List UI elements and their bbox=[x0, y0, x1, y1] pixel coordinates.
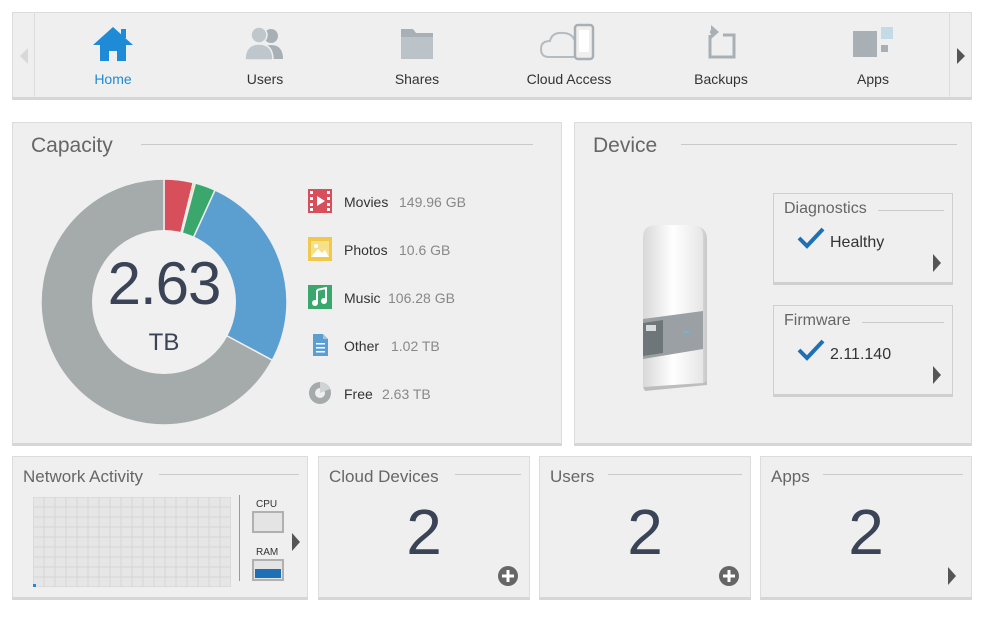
folder-icon bbox=[401, 29, 433, 59]
legend-item-photos: Photos 10.6 GB bbox=[308, 237, 548, 263]
add-cloud-device-button[interactable] bbox=[497, 565, 519, 587]
cloud-devices-title: Cloud Devices bbox=[329, 467, 439, 486]
cloud-device-icon bbox=[539, 23, 595, 61]
users-panel: Users 2 bbox=[539, 456, 751, 600]
users-icon bbox=[244, 26, 283, 61]
apps-panel: Apps 2 bbox=[760, 456, 972, 600]
network-title: Network Activity bbox=[23, 467, 143, 486]
nav-label-users: Users bbox=[246, 71, 284, 87]
users-title: Users bbox=[550, 467, 595, 486]
firmware-title: Firmware bbox=[784, 312, 851, 329]
capacity-title: Capacity bbox=[31, 134, 113, 157]
nav-label-home: Home bbox=[94, 71, 132, 87]
chevron-right-icon[interactable] bbox=[947, 567, 957, 585]
legend-name-music: Music bbox=[344, 290, 381, 306]
capacity-total-value: 2.63 bbox=[107, 250, 222, 317]
nav-label-cloud-access: Cloud Access bbox=[526, 71, 612, 87]
device-title-rule bbox=[681, 144, 957, 145]
nav-item-cloud-access[interactable]: Cloud Access bbox=[493, 13, 645, 98]
device-panel: Device Diagnostics Healthy Firmware 2.11… bbox=[574, 122, 972, 446]
firmware-rule bbox=[862, 322, 944, 323]
legend-name-other: Other bbox=[344, 338, 380, 354]
nav-item-apps[interactable]: Apps bbox=[797, 13, 949, 98]
network-activity-panel: Network Activity CPU RAM bbox=[12, 456, 308, 600]
chevron-right-icon[interactable] bbox=[932, 254, 942, 272]
diagnostics-value: Healthy bbox=[830, 234, 885, 251]
nav-item-shares[interactable]: Shares bbox=[341, 13, 493, 98]
nav-scroll-left-button[interactable] bbox=[13, 13, 35, 98]
apps-title: Apps bbox=[771, 467, 810, 486]
document-icon bbox=[313, 334, 328, 356]
legend-name-free: Free bbox=[344, 386, 373, 402]
legend-value-other: 1.02 TB bbox=[391, 338, 440, 354]
chevron-right-icon[interactable] bbox=[932, 366, 942, 384]
capacity-panel: Capacity 2.63 TB Movies 149.96 GB Photos… bbox=[12, 122, 562, 446]
network-activity-graph bbox=[33, 497, 231, 587]
diagnostics-rule bbox=[878, 210, 944, 211]
device-title: Device bbox=[593, 134, 658, 157]
nav-label-backups: Backups bbox=[694, 71, 748, 87]
chevron-left-icon bbox=[20, 48, 28, 64]
ram-label: RAM bbox=[256, 547, 279, 558]
legend-name-photos: Photos bbox=[344, 242, 388, 258]
cloud-devices-count: 2 bbox=[406, 496, 442, 568]
photo-icon bbox=[308, 237, 332, 261]
home-icon bbox=[93, 27, 133, 61]
nav-label-shares: Shares bbox=[394, 71, 440, 87]
checkmark-icon bbox=[797, 227, 825, 249]
film-icon bbox=[308, 189, 332, 213]
chevron-right-icon bbox=[957, 48, 965, 64]
legend-value-movies: 149.96 GB bbox=[399, 194, 466, 210]
cpu-meter bbox=[252, 511, 284, 533]
legend-item-movies: Movies 149.96 GB bbox=[308, 189, 548, 215]
nas-device-image bbox=[643, 225, 707, 391]
checkmark-icon bbox=[797, 339, 825, 361]
music-icon bbox=[308, 285, 332, 309]
backup-icon bbox=[708, 25, 736, 59]
legend-item-other: Other 1.02 TB bbox=[308, 333, 548, 359]
cpu-label: CPU bbox=[256, 499, 278, 510]
legend-value-music: 106.28 GB bbox=[388, 290, 455, 306]
nav-scroll-right-button[interactable] bbox=[949, 13, 971, 98]
add-user-button[interactable] bbox=[718, 565, 740, 587]
apps-count: 2 bbox=[848, 496, 884, 568]
pie-icon bbox=[309, 382, 331, 404]
nav-label-apps: Apps bbox=[857, 71, 889, 87]
top-navigation: Home Users Shares Cloud Access Backups A… bbox=[12, 12, 972, 100]
diagnostics-title: Diagnostics bbox=[784, 200, 867, 217]
nav-item-home[interactable]: Home bbox=[37, 13, 189, 98]
chevron-right-icon[interactable] bbox=[291, 533, 301, 551]
firmware-value: 2.11.140 bbox=[830, 346, 892, 363]
legend-value-free: 2.63 TB bbox=[382, 386, 431, 402]
apps-icon bbox=[853, 27, 893, 57]
legend-value-photos: 10.6 GB bbox=[399, 242, 451, 258]
ram-meter bbox=[252, 559, 284, 581]
apps-title-rule bbox=[823, 474, 963, 475]
nav-items: Home Users Shares Cloud Access Backups A… bbox=[37, 13, 949, 98]
legend-name-movies: Movies bbox=[344, 194, 389, 210]
cloud-devices-panel: Cloud Devices 2 bbox=[318, 456, 530, 600]
legend-item-music: Music 106.28 GB bbox=[308, 285, 548, 311]
users-title-rule bbox=[608, 474, 742, 475]
ram-meter-fill bbox=[255, 569, 281, 578]
legend-item-free: Free 2.63 TB bbox=[308, 381, 548, 407]
diagnostics-card[interactable]: Diagnostics Healthy bbox=[773, 193, 953, 285]
nav-item-backups[interactable]: Backups bbox=[645, 13, 797, 98]
capacity-total-unit: TB bbox=[148, 329, 180, 356]
graph-divider bbox=[239, 495, 240, 581]
network-title-rule bbox=[159, 474, 299, 475]
nav-item-users[interactable]: Users bbox=[189, 13, 341, 98]
users-count: 2 bbox=[627, 496, 663, 568]
cloud-devices-title-rule bbox=[455, 474, 521, 475]
capacity-title-rule bbox=[141, 144, 533, 145]
firmware-card[interactable]: Firmware 2.11.140 bbox=[773, 305, 953, 397]
